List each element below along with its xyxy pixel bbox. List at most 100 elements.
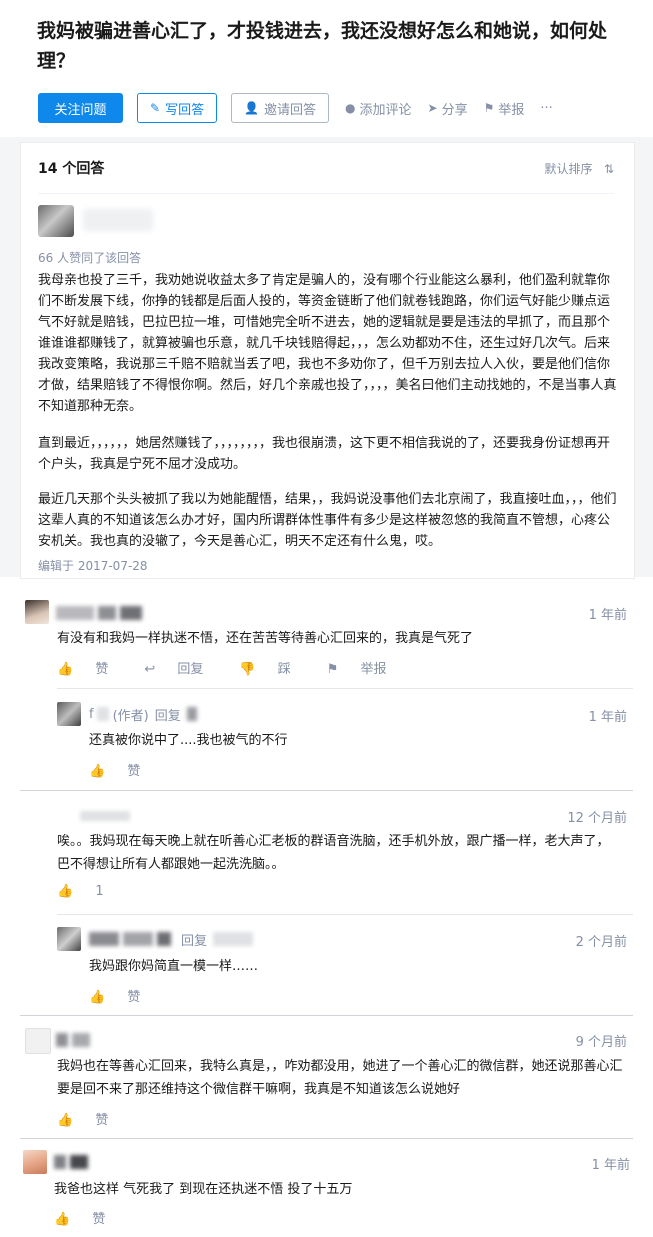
- thumbs-up-icon: 👍: [54, 1212, 71, 1227]
- like-label: 赞: [95, 662, 109, 677]
- comment-divider: [20, 790, 633, 791]
- blurred-name-part: [70, 1155, 88, 1169]
- blurred-name-part: [80, 811, 130, 821]
- like-button[interactable]: 👍 1: [57, 884, 122, 899]
- answers-header: 14 个回答 默认排序 ⇅: [38, 143, 614, 194]
- comment-actions: 👍 赞: [57, 1109, 144, 1128]
- invite-answer-button[interactable]: 👤 邀请回答: [231, 93, 330, 123]
- report-label: 举报: [498, 102, 525, 118]
- author-tag: (作者): [112, 708, 149, 724]
- commenter-avatar[interactable]: [25, 600, 49, 624]
- reply-arrow-icon: ↩: [144, 662, 156, 677]
- follow-question-button[interactable]: 关注问题: [38, 93, 123, 123]
- blurred-name-part: [213, 932, 254, 946]
- thumbs-up-icon: 👍: [57, 1113, 74, 1128]
- add-comment-button[interactable]: ● 添加评论: [345, 99, 412, 118]
- blurred-name-part: [98, 606, 116, 620]
- flag-icon: ⚑: [483, 101, 495, 115]
- thumbs-up-icon: 👍: [57, 884, 74, 899]
- like-button[interactable]: 👍 赞: [57, 658, 126, 677]
- reply-actions: 👍 赞: [89, 760, 176, 779]
- like-button[interactable]: 👍 赞: [57, 1109, 126, 1128]
- dislike-button[interactable]: 👎 踩: [239, 658, 308, 677]
- replier-avatar[interactable]: [57, 927, 81, 951]
- answer-paragraph: 直到最近，，，，，，她居然赚钱了，，，，，，，，我也很崩溃，这下更不相信我说的了…: [38, 436, 611, 472]
- like-button[interactable]: 👍 赞: [89, 760, 158, 779]
- thumbs-down-icon: 👎: [239, 662, 256, 677]
- flag-icon: ⚑: [326, 662, 339, 677]
- share-label: 分享: [441, 102, 468, 118]
- replier-name: 回复: [89, 928, 257, 950]
- blurred-name-part: [89, 932, 119, 946]
- comment-text: 我妈也在等善心汇回来，我特么真是，，咋劝都没用，她进了一个善心汇的微信群，她还说…: [57, 1059, 623, 1097]
- comment-actions: 👍 赞 ↩ 回复 👎 踩 ⚑ 举报: [57, 658, 423, 677]
- answer-card: 14 个回答 默认排序 ⇅ 66 人赞同了该回答 我母亲也投了三千，我劝她说收益…: [20, 142, 635, 579]
- comment-time: 1 年前: [591, 1158, 630, 1173]
- answer-edited-date: 编辑于 2017-07-28: [38, 559, 148, 573]
- write-answer-button[interactable]: ✎ 写回答: [137, 93, 218, 123]
- reply-text: 我妈跟你妈简直一模一样……: [89, 959, 259, 974]
- commenter-avatar[interactable]: [23, 1150, 47, 1174]
- comment-actions: 👍 赞: [54, 1208, 141, 1227]
- reply-time: 2 个月前: [575, 935, 627, 950]
- answer-likes: 66 人赞同了该回答: [38, 251, 142, 265]
- answer-author-name-blurred: [83, 209, 153, 231]
- thumbs-up-icon: 👍: [89, 764, 106, 779]
- answer-paragraph: 最近几天那个头头被抓了我以为她能醒悟，结果，，我妈说没事他们去北京闹了，我直接吐…: [38, 492, 617, 549]
- like-button[interactable]: 👍 赞: [89, 986, 158, 1005]
- answer-author-avatar[interactable]: [38, 205, 74, 237]
- add-comment-label: 添加评论: [359, 102, 412, 118]
- more-options-button[interactable]: ···: [540, 101, 552, 116]
- question-actions: 关注问题 ✎ 写回答 👤 邀请回答 ● 添加评论 ➤ 分享 ⚑ 举报 ···: [38, 93, 553, 123]
- thumbs-up-icon: 👍: [89, 990, 106, 1005]
- reply-time: 1 年前: [588, 710, 627, 725]
- like-label: 赞: [95, 1113, 109, 1128]
- paper-plane-icon: ➤: [427, 101, 438, 115]
- replier-avatar[interactable]: [57, 702, 81, 726]
- comment-text: 我爸也这样 气死我了 到现在还执迷不悟 投了十五万: [54, 1182, 353, 1197]
- replier-initial: f: [89, 706, 94, 722]
- like-label: 赞: [92, 1212, 106, 1227]
- commenter-avatar[interactable]: [25, 1028, 51, 1054]
- like-count: 1: [95, 884, 104, 899]
- comment-text: 有没有和我妈一样执迷不悟，还在苦苦等待善心汇回来的，我真是气死了: [57, 631, 474, 646]
- reply-text: 还真被你说中了....我也被气的不行: [89, 733, 288, 748]
- reply-divider: [57, 688, 633, 689]
- blurred-name-part: [56, 606, 94, 620]
- comment-actions: 👍 1: [57, 884, 140, 899]
- sort-dropdown[interactable]: 默认排序 ⇅: [544, 160, 614, 177]
- comment-time: 12 个月前: [567, 811, 627, 826]
- commenter-name-blurred: [54, 1151, 92, 1173]
- reply-divider: [57, 914, 633, 915]
- report-button[interactable]: ⚑ 举报: [484, 99, 525, 118]
- blurred-name-part: [56, 1033, 68, 1047]
- answer-count: 14 个回答: [38, 161, 105, 177]
- share-button[interactable]: ➤ 分享: [428, 99, 468, 118]
- comment-time: 9 个月前: [575, 1035, 627, 1050]
- blurred-name-part: [96, 707, 109, 721]
- comment-text: 唉。。我妈现在每天晚上就在听善心汇老板的群语音洗脑，还手机外放，跟广播一样，老大…: [57, 834, 610, 872]
- reply-word: 回复: [181, 933, 208, 949]
- write-answer-label: 写回答: [165, 102, 205, 118]
- answer-paragraph: 我母亲也投了三千，我劝她说收益太多了肯定是骗人的，没有哪个行业能这么暴利，他们盈…: [38, 273, 617, 414]
- commenter-name-blurred: [56, 602, 146, 624]
- report-comment-label: 举报: [360, 662, 387, 677]
- blurred-name-part: [120, 606, 142, 620]
- report-comment-button[interactable]: ⚑ 举报: [327, 658, 405, 677]
- thumbs-up-icon: 👍: [57, 662, 74, 677]
- commenter-name-blurred: [80, 805, 134, 827]
- invite-answer-label: 邀请回答: [264, 102, 317, 118]
- commenter-name-blurred: [56, 1029, 94, 1051]
- blurred-name-part: [186, 707, 197, 721]
- like-button[interactable]: 👍 赞: [54, 1208, 123, 1227]
- comment-divider: [20, 1015, 633, 1016]
- reply-word: 回复: [154, 708, 181, 724]
- blurred-name-part: [157, 932, 171, 946]
- blurred-name-part: [123, 932, 153, 946]
- pencil-icon: ✎: [150, 101, 161, 115]
- reply-button[interactable]: ↩ 回复: [144, 658, 221, 677]
- like-label: 赞: [127, 990, 141, 1005]
- blurred-name-part: [72, 1033, 90, 1047]
- blurred-name-part: [54, 1155, 66, 1169]
- like-label: 赞: [127, 764, 141, 779]
